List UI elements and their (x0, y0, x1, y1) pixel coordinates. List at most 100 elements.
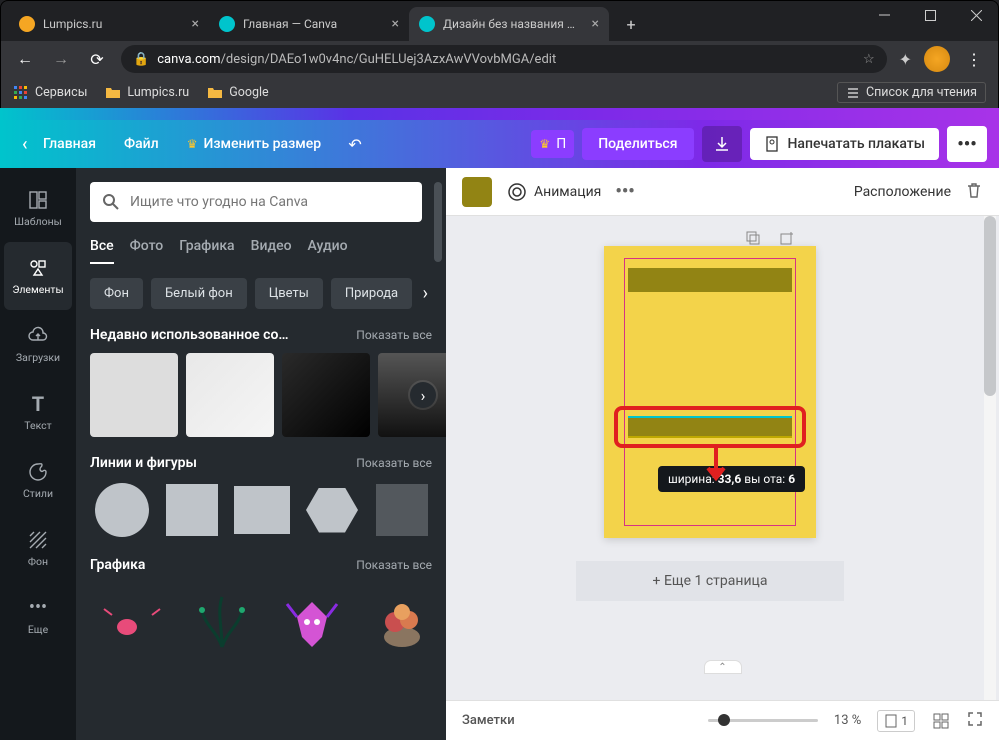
chip-flowers[interactable]: Цветы (255, 278, 323, 309)
url-text: canva.com/design/DAEo1w0v4nc/GuHELUej3Az… (157, 52, 855, 67)
browser-tab[interactable]: Дизайн без названия — Плака × (409, 7, 609, 41)
recent-thumb[interactable] (282, 353, 370, 437)
forward-button[interactable]: → (49, 47, 73, 71)
browser-tab[interactable]: Главная — Canva × (209, 7, 409, 41)
chip-scroll-right[interactable]: › (423, 283, 428, 304)
chip-row: Фон Белый фон Цветы Природа › (90, 278, 446, 309)
shape-square[interactable] (160, 481, 224, 539)
bookmark-star-icon[interactable]: ☆ (863, 52, 875, 67)
chip-white-bg[interactable]: Белый фон (151, 278, 247, 309)
url-box[interactable]: 🔒 canva.com/design/DAEo1w0v4nc/GuHELUej3… (121, 45, 887, 73)
dimension-tooltip: ширина: 33,6 вы ота: 6 (658, 466, 805, 492)
arrange-button[interactable]: Расположение (854, 184, 951, 200)
reading-list-button[interactable]: Список для чтения (837, 82, 986, 103)
page-icon (884, 714, 898, 728)
arrow-annotation (704, 446, 728, 486)
chip-bg[interactable]: Фон (90, 278, 143, 309)
row-scroll-right[interactable]: › (410, 382, 436, 408)
shape-element-selected[interactable] (628, 416, 792, 438)
download-button[interactable] (702, 126, 742, 162)
share-button[interactable]: Поделиться (582, 128, 693, 160)
zoom-slider[interactable] (708, 719, 818, 722)
home-button[interactable]: ‹ Главная (12, 128, 106, 161)
show-all-link[interactable]: Показать все (356, 456, 432, 470)
new-tab-button[interactable]: + (617, 10, 645, 38)
tab-close-icon[interactable]: × (592, 16, 599, 32)
rail-text[interactable]: T Текст (4, 378, 72, 446)
filter-audio[interactable]: Аудио (308, 238, 348, 264)
add-page-bar[interactable]: + Еще 1 страница (576, 561, 844, 601)
filter-graphics[interactable]: Графика (179, 238, 234, 264)
rail-styles[interactable]: Стили (4, 446, 72, 514)
more-button[interactable]: ••• (947, 126, 987, 162)
file-menu[interactable]: Файл (114, 130, 169, 158)
graphic-item[interactable] (180, 583, 264, 661)
bookmark-lumpics[interactable]: Lumpics.ru (105, 85, 189, 101)
bottom-bar: Заметки 13 % 1 (446, 700, 999, 740)
animation-icon (506, 181, 528, 203)
color-swatch[interactable] (462, 177, 492, 207)
search-box[interactable] (90, 182, 422, 222)
folder-icon (105, 85, 121, 101)
rail-templates[interactable]: Шаблоны (4, 174, 72, 242)
print-button[interactable]: Напечатать плакаты (750, 128, 940, 160)
maximize-button[interactable] (907, 0, 953, 30)
minimize-button[interactable] (861, 0, 907, 30)
page-indicator[interactable]: 1 (877, 710, 915, 732)
tab-title: Lumpics.ru (43, 17, 184, 31)
undo-button[interactable]: ↶ (339, 128, 371, 160)
search-input[interactable] (130, 194, 410, 210)
premium-button[interactable]: ♛П (531, 130, 574, 158)
graphic-item[interactable] (90, 583, 174, 661)
canvas-scrollbar[interactable] (984, 216, 996, 700)
lines-title: Линии и фигуры (90, 455, 197, 471)
shape-more[interactable] (370, 481, 434, 539)
fullscreen-button[interactable] (967, 711, 983, 731)
recent-thumb[interactable] (90, 353, 178, 437)
extensions-icon[interactable]: ✦ (899, 50, 912, 69)
rail-uploads[interactable]: Загрузки (4, 310, 72, 378)
show-all-link[interactable]: Показать все (356, 328, 432, 342)
bookmark-google[interactable]: Google (207, 85, 268, 101)
expand-handle[interactable]: ⌃ (704, 660, 742, 674)
notes-button[interactable]: Заметки (462, 713, 515, 728)
shape-hexagon[interactable] (300, 481, 364, 539)
shape-circle[interactable] (90, 481, 154, 539)
tab-close-icon[interactable]: × (392, 16, 399, 32)
zoom-value[interactable]: 13 % (834, 713, 861, 728)
filter-video[interactable]: Видео (251, 238, 292, 264)
animation-button[interactable]: Анимация (506, 181, 601, 203)
tab-title: Дизайн без названия — Плака (443, 17, 584, 31)
graphic-item[interactable] (270, 583, 354, 661)
menu-button[interactable]: ⋮ (962, 47, 986, 71)
shape-element[interactable] (628, 268, 792, 292)
toolbar-more[interactable]: ••• (615, 181, 634, 202)
back-button[interactable]: ← (13, 47, 37, 71)
side-rail: Шаблоны Элементы Загрузки T Текст Стили … (0, 168, 76, 740)
browser-tab[interactable]: Lumpics.ru × (9, 7, 209, 41)
tab-close-icon[interactable]: × (192, 16, 199, 32)
filter-all[interactable]: Все (90, 238, 114, 264)
recent-thumb[interactable] (186, 353, 274, 437)
resize-button[interactable]: ♛Изменить размер (177, 130, 331, 158)
rail-elements[interactable]: Элементы (4, 242, 72, 310)
artboard[interactable]: ширина: 33,6 вы ота: 6 (604, 246, 816, 538)
rail-more[interactable]: ••• Еще (4, 582, 72, 650)
show-all-link[interactable]: Показать все (356, 558, 432, 572)
close-button[interactable] (953, 0, 999, 30)
list-icon (846, 86, 860, 100)
grid-view-button[interactable] (931, 713, 951, 729)
graphic-item[interactable] (360, 583, 444, 661)
panel-scrollbar[interactable] (434, 182, 442, 726)
shape-triangle[interactable] (230, 481, 294, 539)
delete-button[interactable] (965, 181, 983, 203)
highlight-annotation (614, 406, 806, 448)
filter-photo[interactable]: Фото (130, 238, 164, 264)
bookmark-services[interactable]: Сервисы (13, 85, 87, 101)
profile-avatar[interactable] (924, 46, 950, 72)
apps-icon (13, 85, 29, 101)
rail-background[interactable]: Фон (4, 514, 72, 582)
reload-button[interactable]: ⟳ (85, 47, 109, 71)
crown-icon: ♛ (187, 137, 198, 151)
chip-nature[interactable]: Природа (331, 278, 412, 309)
